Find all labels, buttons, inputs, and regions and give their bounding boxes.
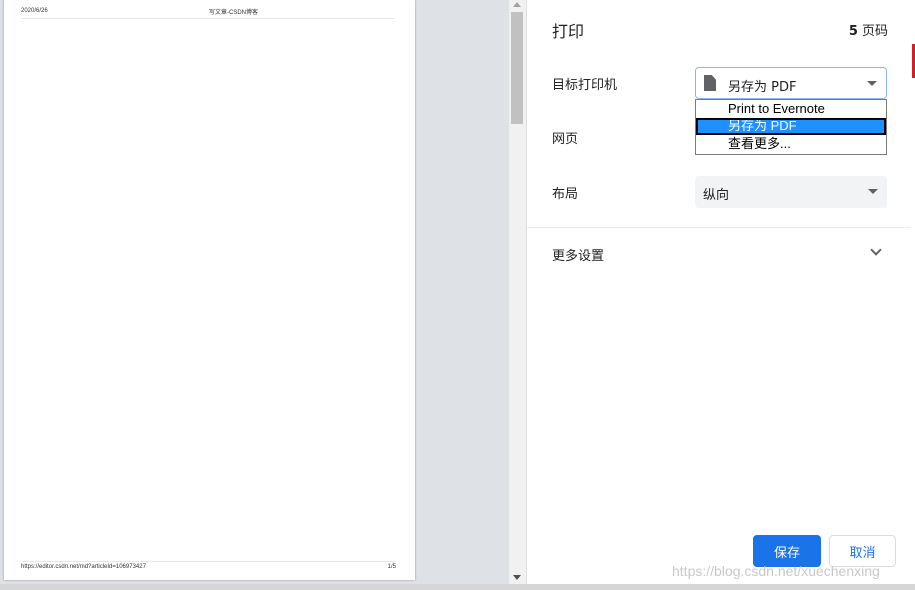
page-count-unit: 页码 <box>857 24 888 39</box>
chevron-down-icon[interactable] <box>870 244 882 256</box>
background-window-edge <box>911 0 915 590</box>
destination-value: 另存为 PDF <box>728 80 797 95</box>
preview-scrollbar[interactable] <box>509 0 526 584</box>
destination-label: 目标打印机 <box>552 78 618 93</box>
preview-page: 2020/6/26 写文章-CSDN博客 https://editor.csdn… <box>4 0 415 580</box>
destination-select[interactable]: 另存为 PDF <box>695 67 887 99</box>
destination-options-list: Print to Evernote 另存为 PDF 查看更多... <box>695 99 887 155</box>
layout-label: 布局 <box>552 187 579 202</box>
page-header-title: 写文章-CSDN博客 <box>209 10 258 16</box>
layout-value: 纵向 <box>703 188 730 203</box>
watermark: https://blog.csdn.net/xuechenxing <box>672 563 880 579</box>
page-footer-url: https://editor.csdn.net/md?articleId=106… <box>21 564 146 570</box>
panel-title: 打印 <box>552 22 585 41</box>
option-save-as-pdf[interactable]: 另存为 PDF <box>696 118 886 135</box>
option-print-to-evernote[interactable]: Print to Evernote <box>696 101 886 118</box>
page-header-date: 2020/6/26 <box>21 8 48 14</box>
dropdown-arrow-icon[interactable] <box>867 81 877 86</box>
page-count-number: 5 <box>848 24 858 39</box>
layout-select[interactable]: 纵向 <box>695 176 887 208</box>
footer-divider <box>21 561 395 562</box>
section-divider <box>527 227 912 228</box>
dropdown-arrow-icon[interactable] <box>868 189 878 194</box>
print-preview-area: 2020/6/26 写文章-CSDN博客 https://editor.csdn… <box>0 0 526 590</box>
document-icon <box>704 75 716 91</box>
bottom-bar <box>0 584 915 590</box>
pages-label: 网页 <box>552 132 579 147</box>
scroll-thumb[interactable] <box>511 12 523 124</box>
more-settings-toggle[interactable]: 更多设置 <box>552 245 604 264</box>
page-footer-number: 1/5 <box>387 564 396 570</box>
page-count: 5 页码 <box>849 20 888 39</box>
header-divider <box>21 18 395 19</box>
scroll-down-icon[interactable] <box>513 575 521 580</box>
option-see-more[interactable]: 查看更多... <box>696 136 886 153</box>
scroll-up-icon[interactable] <box>513 2 521 7</box>
print-settings-panel: 打印 5 页码 目标打印机 另存为 PDF Print to Evernote … <box>526 0 912 584</box>
